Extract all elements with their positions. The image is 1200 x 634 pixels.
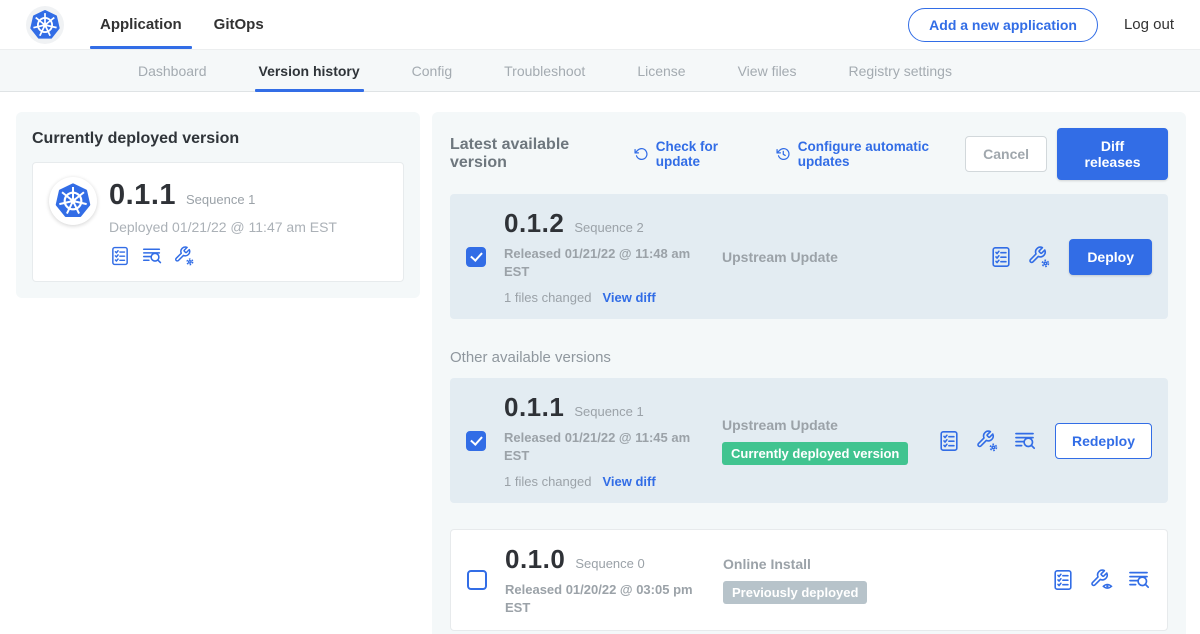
tab-registry-settings-label: Registry settings <box>848 63 951 79</box>
currently-deployed-panel: Currently deployed version 0.1.1 Sequenc… <box>16 112 420 298</box>
currently-deployed-badge: Currently deployed version <box>722 442 908 465</box>
released-timestamp: Released 01/21/22 @ 11:48 am EST <box>504 245 696 280</box>
config-wrench-gear-icon[interactable] <box>173 245 195 267</box>
deployed-version-card: 0.1.1 Sequence 1 Deployed 01/21/22 @ 11:… <box>32 162 404 282</box>
version-row-0-1-0: 0.1.0 Sequence 0 Released 01/20/22 @ 03:… <box>450 529 1168 631</box>
top-tab-application[interactable]: Application <box>84 0 198 49</box>
top-tab-gitops-label: GitOps <box>214 16 264 33</box>
deploy-button[interactable]: Deploy <box>1069 239 1152 275</box>
tab-troubleshoot[interactable]: Troubleshoot <box>478 50 611 91</box>
sequence-label: Sequence 2 <box>574 220 643 235</box>
diff-releases-button[interactable]: Diff releases <box>1057 128 1168 180</box>
logout-link[interactable]: Log out <box>1124 16 1174 33</box>
redeploy-button[interactable]: Redeploy <box>1055 423 1152 459</box>
cancel-button[interactable]: Cancel <box>965 136 1047 172</box>
deployed-sequence-label: Sequence 1 <box>186 192 255 207</box>
released-timestamp: Released 01/21/22 @ 11:45 am EST <box>504 429 696 464</box>
tab-config[interactable]: Config <box>386 50 478 91</box>
latest-version-header: Latest available version Check for updat… <box>450 128 1168 180</box>
version-checkbox[interactable] <box>466 431 486 451</box>
version-source-label: Upstream Update <box>722 249 989 265</box>
configure-automatic-updates-label: Configure automatic updates <box>798 139 965 169</box>
config-wrench-gear-icon[interactable] <box>1027 245 1051 269</box>
files-changed-label: 1 files changed <box>504 474 591 489</box>
tab-version-history-label: Version history <box>259 63 360 79</box>
version-row-0-1-1: 0.1.1 Sequence 1 Released 01/21/22 @ 11:… <box>450 378 1168 503</box>
preflight-checklist-icon[interactable] <box>109 245 131 267</box>
tab-registry-settings[interactable]: Registry settings <box>822 50 977 91</box>
view-diff-link[interactable]: View diff <box>602 474 655 489</box>
version-checkbox[interactable] <box>467 570 487 590</box>
top-tab-application-label: Application <box>100 16 182 33</box>
clock-refresh-icon <box>776 146 790 162</box>
kubernetes-logo-icon <box>53 181 93 221</box>
version-number: 0.1.2 <box>504 208 564 239</box>
tab-troubleshoot-label: Troubleshoot <box>504 63 585 79</box>
version-number: 0.1.0 <box>505 544 565 575</box>
add-new-application-button[interactable]: Add a new application <box>908 8 1098 42</box>
preflight-checklist-icon[interactable] <box>1051 568 1075 592</box>
check-for-update-link[interactable]: Check for update <box>634 139 754 169</box>
view-diff-link[interactable]: View diff <box>602 290 655 305</box>
tab-dashboard[interactable]: Dashboard <box>112 50 233 91</box>
released-timestamp: Released 01/20/22 @ 03:05 pm EST <box>505 581 697 616</box>
view-logs-magnifier-icon[interactable] <box>1127 568 1151 592</box>
version-row-0-1-2: 0.1.2 Sequence 2 Released 01/21/22 @ 11:… <box>450 194 1168 319</box>
currently-deployed-title: Currently deployed version <box>32 130 404 148</box>
version-source-label: Upstream Update <box>722 417 937 433</box>
version-number: 0.1.1 <box>504 392 564 423</box>
version-checkbox[interactable] <box>466 247 486 267</box>
version-source-label: Online Install <box>723 556 1051 572</box>
app-logo[interactable] <box>26 6 64 44</box>
preflight-checklist-icon[interactable] <box>989 245 1013 269</box>
preflight-checklist-icon[interactable] <box>937 429 961 453</box>
tab-dashboard-label: Dashboard <box>138 63 207 79</box>
top-tab-gitops[interactable]: GitOps <box>198 0 280 49</box>
config-wrench-eye-icon[interactable] <box>1089 568 1113 592</box>
other-versions-title: Other available versions <box>450 349 1168 366</box>
tab-license-label: License <box>637 63 685 79</box>
tab-config-label: Config <box>412 63 452 79</box>
previously-deployed-badge: Previously deployed <box>723 581 867 604</box>
deployed-version-number: 0.1.1 <box>109 179 176 212</box>
config-wrench-gear-icon[interactable] <box>975 429 999 453</box>
main-content: Currently deployed version 0.1.1 Sequenc… <box>0 92 1200 634</box>
tab-version-history[interactable]: Version history <box>233 50 386 91</box>
available-versions-panel: Latest available version Check for updat… <box>432 112 1186 634</box>
tab-license[interactable]: License <box>611 50 711 91</box>
view-logs-magnifier-icon[interactable] <box>141 245 163 267</box>
tab-view-files[interactable]: View files <box>712 50 823 91</box>
configure-automatic-updates-link[interactable]: Configure automatic updates <box>776 139 965 169</box>
app-sub-nav: Dashboard Version history Config Trouble… <box>0 50 1200 92</box>
sequence-label: Sequence 1 <box>574 404 643 419</box>
top-nav-tabs: Application GitOps <box>84 0 280 49</box>
kubernetes-logo-icon <box>28 8 62 42</box>
check-for-update-label: Check for update <box>656 139 755 169</box>
deployed-app-icon-badge <box>49 177 97 225</box>
tab-view-files-label: View files <box>738 63 797 79</box>
deployed-timestamp: Deployed 01/21/22 @ 11:47 am EST <box>109 219 337 235</box>
refresh-icon <box>634 146 648 162</box>
sequence-label: Sequence 0 <box>575 556 644 571</box>
view-logs-magnifier-icon[interactable] <box>1013 429 1037 453</box>
top-nav: Application GitOps Add a new application… <box>0 0 1200 50</box>
files-changed-label: 1 files changed <box>504 290 591 305</box>
latest-version-title: Latest available version <box>450 136 612 172</box>
